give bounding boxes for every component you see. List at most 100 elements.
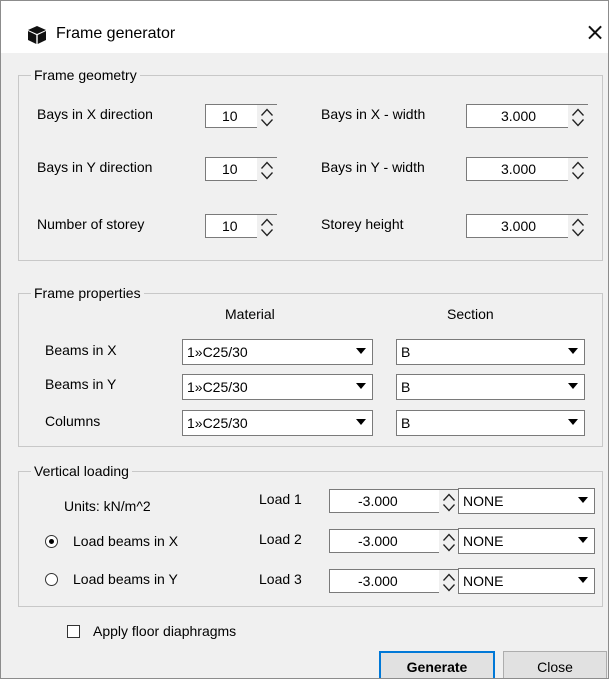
spin-up-icon[interactable]	[571, 218, 585, 227]
spin-buttons[interactable]	[257, 158, 277, 182]
spinner-value[interactable]: -3.000	[358, 533, 398, 549]
dropdown-arrow-icon[interactable]	[356, 419, 366, 427]
group-legend: Frame geometry	[31, 66, 140, 84]
generate-button[interactable]: Generate	[379, 651, 495, 678]
spin-buttons[interactable]	[439, 490, 459, 514]
load-beams-x-radio[interactable]	[45, 535, 58, 548]
spinner-value[interactable]: -3.000	[358, 493, 398, 509]
columns-section-select[interactable]: B	[396, 410, 585, 436]
select-value: 1»C25/30	[187, 415, 248, 431]
spinner-value[interactable]: 3.000	[501, 108, 536, 124]
frame-geometry-group: Frame geometry Bays in X direction 10 Ba…	[18, 66, 603, 261]
spin-down-icon[interactable]	[442, 503, 456, 512]
load-beams-x-label[interactable]: Load beams in X	[73, 533, 178, 549]
spin-buttons[interactable]	[568, 105, 588, 129]
spin-up-icon[interactable]	[260, 161, 274, 170]
spin-buttons[interactable]	[439, 570, 459, 594]
beams-y-section-select[interactable]: B	[396, 374, 585, 400]
dropdown-button[interactable]	[564, 377, 582, 397]
spinner-value[interactable]: 10	[222, 108, 238, 124]
columns-material-select[interactable]: 1»C25/30	[182, 410, 373, 436]
title-bar: Frame generator ×	[1, 1, 608, 53]
material-column-header: Material	[225, 306, 275, 322]
load-2-spinner[interactable]: -3.000	[329, 529, 459, 554]
beams-x-section-select[interactable]: B	[396, 339, 585, 365]
dropdown-arrow-icon[interactable]	[356, 383, 366, 391]
load-beams-y-radio[interactable]	[45, 573, 58, 586]
spin-buttons[interactable]	[257, 215, 277, 239]
group-legend: Vertical loading	[31, 462, 132, 480]
select-value: B	[401, 344, 411, 360]
spin-down-icon[interactable]	[260, 228, 274, 237]
spin-up-icon[interactable]	[260, 108, 274, 117]
spin-up-icon[interactable]	[260, 218, 274, 227]
dropdown-arrow-icon[interactable]	[356, 348, 366, 356]
load-2-type-select[interactable]: NONE	[458, 528, 595, 554]
spin-down-icon[interactable]	[571, 118, 585, 127]
spinner-value[interactable]: 3.000	[501, 161, 536, 177]
select-value: NONE	[463, 493, 504, 509]
load-3-spinner[interactable]: -3.000	[329, 569, 459, 594]
vertical-loading-group: Vertical loading Units: kN/m^2 Load beam…	[18, 462, 603, 607]
bays-x-spinner[interactable]: 10	[205, 104, 277, 129]
dropdown-arrow-icon[interactable]	[568, 419, 578, 427]
bays-x-width-spinner[interactable]: 3.000	[466, 104, 588, 129]
spin-up-icon[interactable]	[571, 161, 585, 170]
dropdown-arrow-icon[interactable]	[568, 383, 578, 391]
dropdown-arrow-icon[interactable]	[578, 497, 588, 505]
apply-floor-diaphragms-label[interactable]: Apply floor diaphragms	[93, 623, 236, 639]
close-icon[interactable]: ×	[581, 15, 608, 49]
spin-buttons[interactable]	[439, 530, 459, 554]
spin-up-icon[interactable]	[442, 573, 456, 582]
spin-up-icon[interactable]	[442, 533, 456, 542]
dropdown-button[interactable]	[574, 571, 592, 591]
window-title: Frame generator	[56, 25, 176, 42]
columns-label: Columns	[45, 413, 101, 429]
storey-height-label: Storey height	[321, 216, 404, 232]
spinner-value[interactable]: -3.000	[358, 573, 398, 589]
dropdown-button[interactable]	[564, 413, 582, 433]
load-2-label: Load 2	[259, 531, 302, 547]
spinner-value[interactable]: 10	[222, 161, 238, 177]
load-beams-y-label[interactable]: Load beams in Y	[73, 571, 178, 587]
dropdown-button[interactable]	[574, 491, 592, 511]
beams-y-material-select[interactable]: 1»C25/30	[182, 374, 373, 400]
load-3-type-select[interactable]: NONE	[458, 568, 595, 594]
beams-x-material-select[interactable]: 1»C25/30	[182, 339, 373, 365]
select-value: NONE	[463, 533, 504, 549]
load-1-label: Load 1	[259, 491, 302, 507]
spin-down-icon[interactable]	[442, 583, 456, 592]
spin-down-icon[interactable]	[260, 118, 274, 127]
spin-up-icon[interactable]	[571, 108, 585, 117]
bays-y-width-label: Bays in Y - width	[321, 159, 425, 175]
spinner-value[interactable]: 3.000	[501, 218, 536, 234]
apply-floor-diaphragms-checkbox[interactable]	[67, 625, 80, 638]
dropdown-arrow-icon[interactable]	[578, 577, 588, 585]
bays-y-width-spinner[interactable]: 3.000	[466, 157, 588, 182]
dropdown-button[interactable]	[352, 377, 370, 397]
close-button[interactable]: Close	[503, 651, 607, 678]
dropdown-button[interactable]	[564, 342, 582, 362]
dropdown-arrow-icon[interactable]	[568, 348, 578, 356]
spin-buttons[interactable]	[257, 105, 277, 129]
storey-height-spinner[interactable]: 3.000	[466, 214, 588, 239]
spin-up-icon[interactable]	[442, 493, 456, 502]
dropdown-button[interactable]	[352, 413, 370, 433]
spin-down-icon[interactable]	[571, 228, 585, 237]
spin-buttons[interactable]	[568, 158, 588, 182]
bays-y-spinner[interactable]: 10	[205, 157, 277, 182]
dropdown-button[interactable]	[574, 531, 592, 551]
frame-properties-group: Frame properties Material Section Beams …	[18, 284, 603, 447]
spinner-value[interactable]: 10	[222, 218, 238, 234]
select-value: B	[401, 379, 411, 395]
spin-buttons[interactable]	[568, 215, 588, 239]
spin-down-icon[interactable]	[571, 171, 585, 180]
load-1-spinner[interactable]: -3.000	[329, 489, 459, 514]
spin-down-icon[interactable]	[442, 543, 456, 552]
select-value: NONE	[463, 573, 504, 589]
dropdown-arrow-icon[interactable]	[578, 537, 588, 545]
load-1-type-select[interactable]: NONE	[458, 488, 595, 514]
dropdown-button[interactable]	[352, 342, 370, 362]
storeys-spinner[interactable]: 10	[205, 214, 277, 239]
spin-down-icon[interactable]	[260, 171, 274, 180]
